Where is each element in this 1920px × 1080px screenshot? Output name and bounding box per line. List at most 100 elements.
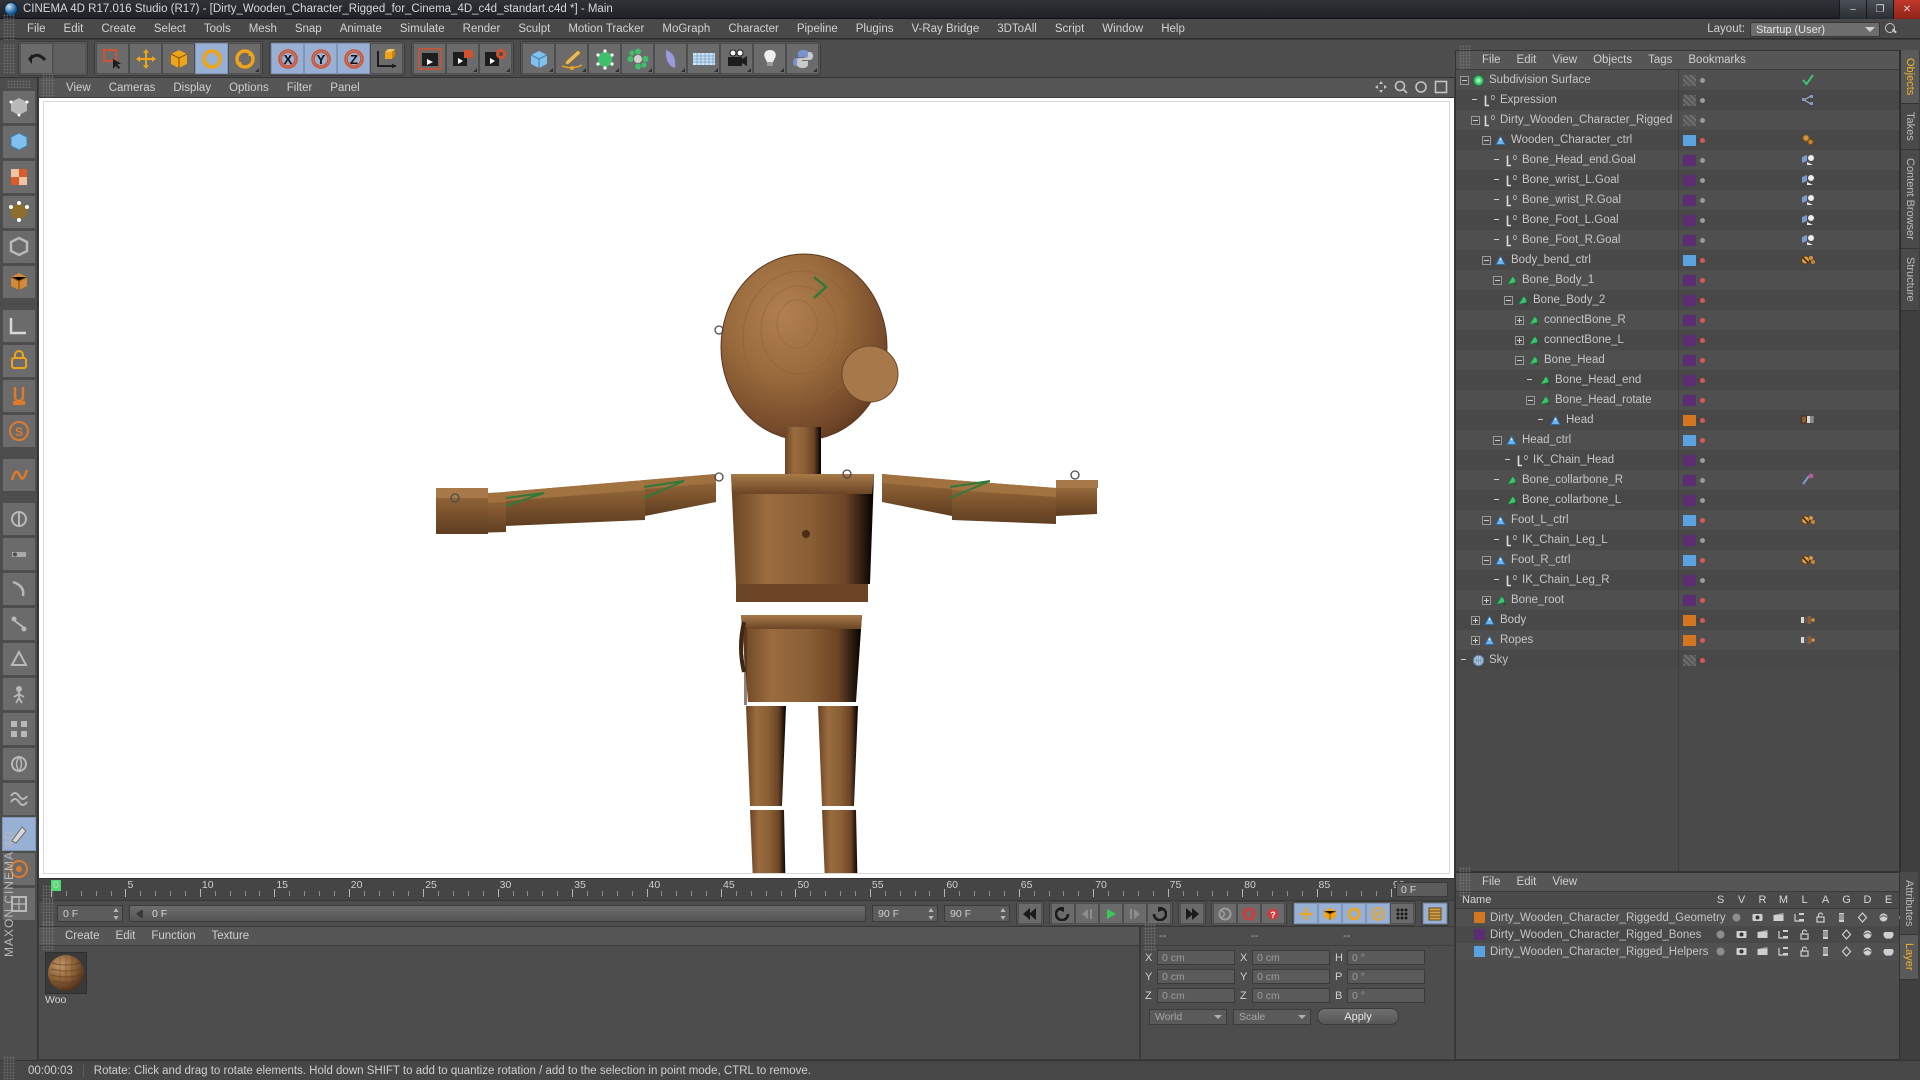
live-selection-icon[interactable]: [96, 43, 129, 74]
maximize-button[interactable]: ❐: [1866, 0, 1893, 19]
object-row[interactable]: 0 Bone_Head_end.Goal: [1456, 150, 1678, 170]
object-row-tags[interactable]: [1679, 170, 1899, 190]
texture-tags-tag-icon[interactable]: [1801, 413, 1815, 427]
dynamics-icon[interactable]: [1, 747, 36, 781]
layer-row[interactable]: Dirty_Wooden_Character_Rigged_Helpers: [1456, 943, 1899, 960]
protection-spheres-tag-icon[interactable]: [1801, 513, 1815, 527]
visibility-dot-icon[interactable]: [1700, 557, 1705, 563]
expand-icon[interactable]: [1482, 595, 1491, 605]
deformer-layer-icon[interactable]: [1857, 946, 1878, 957]
visibility-dot-icon[interactable]: [1700, 417, 1705, 423]
layer-color-swatch[interactable]: [1683, 414, 1696, 426]
collapse-icon[interactable]: [1460, 75, 1469, 85]
layer-color-swatch[interactable]: [1683, 654, 1696, 666]
object-row-tags[interactable]: [1679, 330, 1899, 350]
record-active-objects-icon[interactable]: [1213, 903, 1237, 924]
rigging-icon[interactable]: [1, 607, 36, 641]
material-manager-body[interactable]: Woo: [39, 946, 1139, 1012]
visibility-dot-icon[interactable]: [1700, 177, 1705, 183]
object-row[interactable]: Sky: [1456, 650, 1678, 670]
visibility-dot-icon[interactable]: [1700, 237, 1705, 243]
visibility-dot-icon[interactable]: [1700, 577, 1705, 583]
layer-color-swatch[interactable]: [1683, 594, 1696, 606]
ik-icon-tag-icon[interactable]: [1801, 473, 1815, 487]
object-row[interactable]: Body: [1456, 610, 1678, 630]
visibility-dot-icon[interactable]: [1700, 477, 1705, 483]
make-editable-icon[interactable]: [1, 90, 36, 124]
object-row-tags[interactable]: [1679, 450, 1899, 470]
menu-simulate[interactable]: Simulate: [391, 19, 454, 39]
layer-row[interactable]: Dirty_Wooden_Character_Riggedd_Geometry: [1456, 909, 1910, 926]
collapse-icon[interactable]: [1471, 115, 1480, 125]
layer-color-swatch[interactable]: [1474, 946, 1485, 957]
object-row[interactable]: Head: [1456, 410, 1678, 430]
object-row[interactable]: Head_ctrl: [1456, 430, 1678, 450]
object-row-tags[interactable]: [1679, 430, 1899, 450]
menu-snap[interactable]: Snap: [286, 19, 331, 39]
use-animation-icon[interactable]: [1, 537, 36, 571]
viewport-canvas[interactable]: [39, 98, 1454, 878]
collapse-icon[interactable]: [1526, 395, 1535, 405]
rot-b-input[interactable]: 0 °: [1347, 988, 1425, 1003]
spinner-icon[interactable]: [113, 908, 119, 920]
object-manager-menu-objects[interactable]: Objects: [1585, 54, 1640, 66]
protection-spheres-tag-icon[interactable]: [1801, 553, 1815, 567]
layer-color-swatch[interactable]: [1683, 614, 1696, 626]
lock-icon[interactable]: [1794, 946, 1815, 957]
layer-color-swatch[interactable]: [1683, 434, 1696, 446]
object-row-tags[interactable]: [1679, 650, 1899, 670]
move-icon[interactable]: [129, 43, 162, 74]
point-level-animation-icon[interactable]: [1390, 903, 1414, 924]
menu-v-ray-bridge[interactable]: V-Ray Bridge: [902, 19, 988, 39]
material-menu-function[interactable]: Function: [143, 930, 203, 942]
menu-script[interactable]: Script: [1046, 19, 1093, 39]
play-backwards-icon[interactable]: [1075, 903, 1099, 924]
two-spheres-tag-icon[interactable]: [1801, 133, 1815, 147]
object-row-tags[interactable]: [1679, 530, 1899, 550]
search-icon[interactable]: [1885, 22, 1898, 36]
object-row[interactable]: 0 IK_Chain_Leg_L: [1456, 530, 1678, 550]
pos-x-input[interactable]: 0 cm: [1157, 950, 1235, 965]
layer-color-swatch[interactable]: [1683, 134, 1696, 146]
animation-icon[interactable]: [1831, 912, 1852, 923]
menu-mograph[interactable]: MoGraph: [653, 19, 719, 39]
render-view-icon[interactable]: [413, 43, 446, 74]
object-row[interactable]: Bone_root: [1456, 590, 1678, 610]
enable-snap-icon[interactable]: [1, 379, 36, 413]
position-key-icon[interactable]: [1294, 903, 1318, 924]
object-row-tags[interactable]: [1679, 390, 1899, 410]
play-forward-icon[interactable]: [1099, 903, 1123, 924]
object-row[interactable]: Bone_Head_rotate: [1456, 390, 1678, 410]
world-coordinates-icon[interactable]: [370, 43, 403, 74]
soft-selection-icon[interactable]: [1, 458, 36, 492]
visibility-dot-icon[interactable]: [1700, 77, 1705, 83]
manager-icon[interactable]: [1773, 929, 1794, 940]
object-row-tags[interactable]: [1679, 570, 1899, 590]
constraint-tag-icon[interactable]: [1801, 213, 1815, 227]
rotate-view-icon[interactable]: [1414, 80, 1428, 94]
wooden-character-3d-model[interactable]: [44, 102, 1450, 874]
expand-icon[interactable]: [1515, 335, 1524, 345]
visibility-dot-icon[interactable]: [1700, 297, 1705, 303]
layer-color-swatch[interactable]: [1683, 374, 1696, 386]
object-row[interactable]: Subdivision Surface: [1456, 70, 1678, 90]
visibility-dot-icon[interactable]: [1700, 517, 1705, 523]
layer-color-swatch[interactable]: [1683, 94, 1696, 106]
edges-mode-icon[interactable]: [1, 230, 36, 264]
scale-icon[interactable]: [162, 43, 195, 74]
object-row[interactable]: 0 Dirty_Wooden_Character_Rigged: [1456, 110, 1678, 130]
visibility-dot-icon[interactable]: [1700, 437, 1705, 443]
doc-end-field[interactable]: 90 F: [944, 905, 1010, 922]
object-row-tags[interactable]: [1679, 350, 1899, 370]
pos-z-input[interactable]: 0 cm: [1157, 988, 1235, 1003]
scale-key-icon[interactable]: [1318, 903, 1342, 924]
collapse-icon[interactable]: [1482, 555, 1491, 565]
visibility-dot-icon[interactable]: [1700, 397, 1705, 403]
layer-manager-grip[interactable]: [1459, 867, 1471, 897]
object-row[interactable]: Bone_collarbone_L: [1456, 490, 1678, 510]
visibility-dot-icon[interactable]: [1700, 637, 1705, 643]
multi-tags-tag-icon[interactable]: [1801, 613, 1815, 627]
visibility-dot-icon[interactable]: [1700, 157, 1705, 163]
dock-tab-layer[interactable]: Layer: [1900, 935, 1918, 980]
xpresso-node-tag-icon[interactable]: [1801, 93, 1815, 107]
